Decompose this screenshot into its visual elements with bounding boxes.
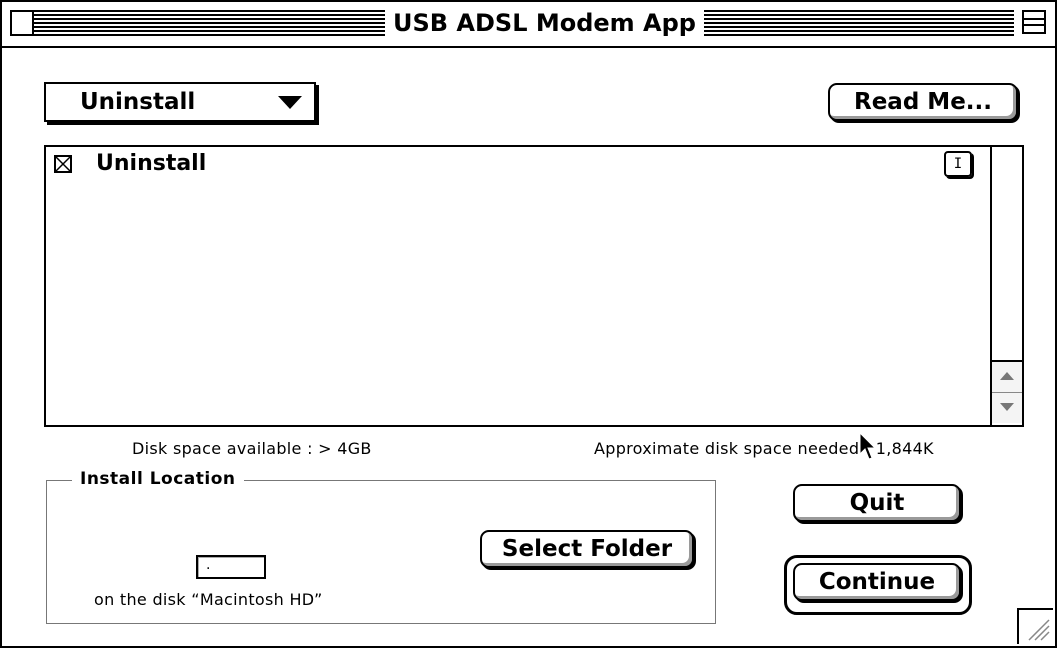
close-box-icon[interactable] — [10, 10, 34, 36]
mouse-pointer-icon — [859, 432, 877, 460]
install-folder-value: . — [206, 557, 211, 573]
list-item[interactable]: Uninstall I — [46, 147, 986, 181]
info-icon[interactable]: I — [944, 151, 972, 177]
disk-space-needed: Approximate disk space needed : 1,844K — [594, 439, 934, 458]
checkbox-checked-icon[interactable] — [54, 155, 72, 173]
install-location-title: Install Location — [72, 468, 244, 490]
window-title: USB ADSL Modem App — [385, 8, 704, 38]
scroll-down-button[interactable] — [992, 393, 1022, 423]
install-type-popup-label: Uninstall — [80, 89, 196, 115]
select-folder-button[interactable]: Select Folder — [480, 530, 694, 568]
install-type-popup[interactable]: Uninstall — [44, 82, 316, 122]
collapse-box-icon[interactable] — [1020, 10, 1046, 36]
list-item-label: Uninstall — [96, 151, 207, 176]
package-list[interactable]: Uninstall I — [44, 145, 1024, 427]
installer-window: USB ADSL Modem App Uninstall Read Me... … — [0, 0, 1057, 648]
scroll-up-arrow-icon — [1000, 372, 1014, 380]
title-bar[interactable]: USB ADSL Modem App — [2, 2, 1055, 48]
continue-button[interactable]: Continue — [793, 563, 961, 601]
quit-button[interactable]: Quit — [793, 484, 961, 522]
scroll-down-arrow-icon — [1000, 403, 1014, 411]
scroll-up-button[interactable] — [992, 360, 1022, 393]
install-disk-text: on the disk “Macintosh HD” — [94, 590, 323, 609]
scrollbar[interactable] — [990, 147, 1022, 425]
read-me-button[interactable]: Read Me... — [828, 83, 1018, 121]
resize-grip-icon[interactable] — [1017, 608, 1053, 644]
disk-space-available: Disk space available : > 4GB — [132, 439, 372, 458]
triangle-down-icon — [278, 96, 302, 109]
install-folder-field[interactable]: . — [196, 555, 266, 579]
